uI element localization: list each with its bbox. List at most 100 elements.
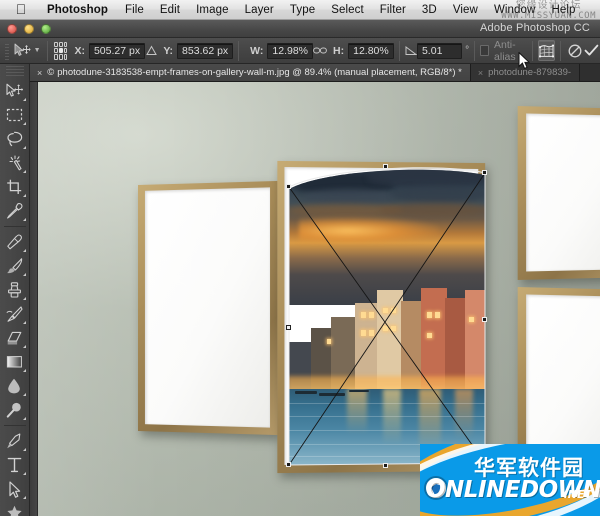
placed-venice-photo[interactable] [287,167,487,467]
refpoint-mr[interactable] [64,48,68,53]
menu-item-filter[interactable]: Filter [372,0,414,20]
tool-flyout-triangle-icon[interactable] [23,321,26,324]
menu-item-window[interactable]: Window [486,0,544,20]
tool-flyout-triangle-icon[interactable] [23,496,26,499]
tool-flyout-triangle-icon[interactable] [23,194,26,197]
width-input[interactable]: 12.98% [267,43,313,59]
zoom-window-button[interactable] [41,24,51,34]
refpoint-ml[interactable] [54,48,58,53]
photoshop-window:  Photoshop File Edit Image Layer Type S… [0,0,600,516]
close-icon[interactable]: × [478,68,483,78]
anti-alias-checkbox[interactable] [480,45,489,56]
light-reflection [455,389,473,439]
rotation-angle-input[interactable]: 5.01 [417,43,462,59]
custom-shape-tool-icon[interactable] [0,501,28,516]
tool-flyout-triangle-icon[interactable] [23,170,26,173]
refpoint-mc[interactable] [59,48,63,53]
tool-flyout-triangle-icon[interactable] [23,369,26,372]
move-tool-icon[interactable] [0,79,28,103]
gradient-tool-icon[interactable] [0,350,28,374]
tool-flyout-triangle-icon[interactable] [23,393,26,396]
link-chain-icon[interactable] [313,43,327,59]
type-tool-icon[interactable] [0,453,28,477]
sunset-sky [287,167,487,305]
crop-tool-icon[interactable] [0,175,28,199]
panel-edge-strip[interactable] [30,82,38,516]
brush-tool-icon[interactable] [0,254,28,278]
path-selection-tool-icon[interactable] [0,477,28,501]
warp-mode-icon[interactable] [538,40,555,61]
menu-item-layer[interactable]: Layer [237,0,282,20]
menu-item-help[interactable]: Help [543,0,583,20]
tools-panel-gripper[interactable] [6,66,24,76]
tool-flyout-triangle-icon[interactable] [23,122,26,125]
menu-item-edit[interactable]: Edit [152,0,188,20]
apple-logo-icon[interactable]:  [14,1,28,17]
options-bar-gripper[interactable] [2,42,10,60]
move-tool-icon[interactable] [13,40,33,62]
tool-flyout-triangle-icon[interactable] [23,417,26,420]
healing-brush-tool-icon[interactable] [0,230,28,254]
refpoint-tl[interactable] [54,42,58,47]
lit-window [391,326,396,332]
lit-window [391,308,396,314]
tool-flyout-triangle-icon[interactable] [23,345,26,348]
cancel-transform-icon[interactable] [566,40,583,61]
rectangular-marquee-tool-icon[interactable] [0,103,28,127]
picture-frame-left[interactable] [138,181,277,435]
tool-flyout-triangle-icon[interactable] [23,297,26,300]
y-position-input[interactable]: 853.62 px [177,43,233,59]
cloud [391,186,487,203]
refpoint-tr[interactable] [64,42,68,47]
cloud [303,189,395,204]
lasso-tool-icon[interactable] [0,127,28,151]
tool-flyout-triangle-icon[interactable] [23,146,26,149]
tool-flyout-triangle-icon[interactable] [23,218,26,221]
magic-wand-tool-icon[interactable] [0,151,28,175]
picture-frame-right-bottom[interactable] [518,287,600,461]
minimize-window-button[interactable] [24,24,34,34]
light-reflection [347,389,367,434]
menu-item-file[interactable]: File [117,0,152,20]
tool-flyout-triangle-icon[interactable] [23,448,26,451]
sun-glow [299,217,439,242]
menu-item-select[interactable]: Select [323,0,372,20]
history-brush-tool-icon[interactable] [0,302,28,326]
pen-tool-icon[interactable] [0,429,28,453]
refpoint-bc[interactable] [59,54,63,59]
refpoint-bl[interactable] [54,54,58,59]
dodge-tool-icon[interactable] [0,398,28,422]
menu-item-3d[interactable]: 3D [414,0,445,20]
blur-tool-icon[interactable] [0,374,28,398]
tool-flyout-triangle-icon[interactable] [23,249,26,252]
menu-item-photoshop[interactable]: Photoshop [38,0,117,20]
tool-flyout-triangle-icon[interactable] [23,273,26,276]
document-tab-inactive[interactable]: × photodune-879839- [471,64,580,81]
frame-mat-white [145,187,270,427]
eraser-tool-icon[interactable] [0,326,28,350]
height-input[interactable]: 12.80% [348,43,394,59]
document-canvas[interactable] [38,82,600,516]
options-bar: ▼ X: 505.27 px Y: 853.62 px W: 12.98% H:… [0,38,600,64]
tool-flyout-triangle-icon[interactable] [23,472,26,475]
menu-item-image[interactable]: Image [188,0,236,20]
commit-transform-icon[interactable] [583,40,600,61]
tool-flyout-triangle-icon[interactable] [23,98,26,101]
refpoint-br[interactable] [64,54,68,59]
clone-stamp-tool-icon[interactable] [0,278,28,302]
close-icon[interactable]: × [37,68,42,78]
picture-frame-right-top[interactable] [518,106,600,280]
lit-window [361,312,366,318]
refpoint-tc[interactable] [59,42,63,47]
close-window-button[interactable] [7,24,17,34]
x-position-input[interactable]: 505.27 px [89,43,145,59]
tool-preset-chevron-down-icon[interactable]: ▼ [33,40,42,62]
delta-triangle-icon[interactable] [145,43,157,59]
reference-point-grid[interactable] [53,41,69,61]
eyedropper-tool-icon[interactable] [0,199,28,223]
toolbar-divider-2 [4,425,26,426]
menu-item-type[interactable]: Type [282,0,323,20]
menu-item-view[interactable]: View [445,0,486,20]
document-tab-bar: × © photodune-3183538-empt-frames-on-gal… [30,64,600,82]
document-tab-active[interactable]: × © photodune-3183538-empt-frames-on-gal… [30,64,471,81]
